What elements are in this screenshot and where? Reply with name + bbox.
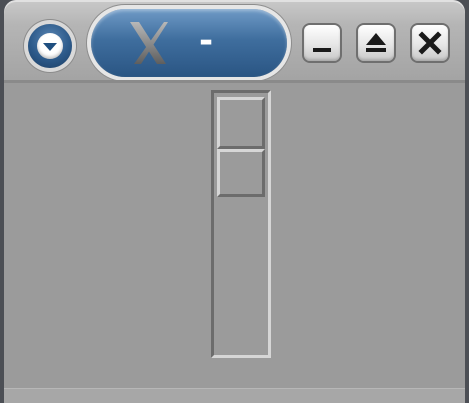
close-button[interactable] <box>412 25 448 61</box>
vertical-scrollbar[interactable] <box>211 90 271 358</box>
chevron-down-icon <box>43 43 57 51</box>
window-content <box>4 83 465 403</box>
title-pill: - <box>91 9 287 77</box>
status-strip <box>4 388 465 403</box>
eject-icon <box>366 33 386 52</box>
maximize-button[interactable] <box>358 25 394 61</box>
window-menu-button[interactable] <box>28 24 72 68</box>
application-window: - <box>4 0 465 403</box>
scroll-up-button[interactable] <box>217 97 265 149</box>
minimize-button[interactable] <box>304 25 340 61</box>
x-logo-icon <box>130 22 168 64</box>
scrollbar-thumb[interactable] <box>217 149 265 197</box>
window-title: - <box>199 21 214 61</box>
title-bar[interactable]: - <box>4 0 465 82</box>
close-icon <box>418 31 442 55</box>
minimize-icon <box>313 48 331 52</box>
